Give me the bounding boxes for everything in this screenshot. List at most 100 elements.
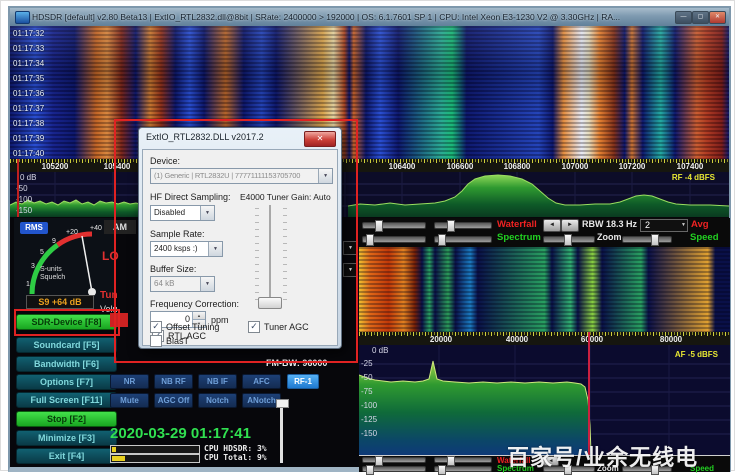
- rbw-increase-button[interactable]: ►: [561, 219, 579, 232]
- svg-text:1: 1: [26, 281, 30, 288]
- minimize-window-icon[interactable]: —: [675, 11, 692, 24]
- timestamp: 01:17:37: [13, 104, 44, 113]
- dsp-button-nbif[interactable]: NB IF: [198, 374, 237, 389]
- app-icon: [15, 11, 30, 24]
- ruler-label: 80000: [649, 335, 693, 344]
- af-spectrum-plot: [359, 345, 730, 455]
- timestamp: 01:17:40: [13, 149, 44, 158]
- ruler-label: 107200: [610, 162, 654, 171]
- ruler-label: 20000: [419, 335, 463, 344]
- watermark-text: 百家号/业余无线电: [507, 440, 698, 472]
- ruler-label: 106600: [438, 162, 482, 171]
- slider-thumb[interactable]: [564, 234, 572, 246]
- db-label: -75: [361, 387, 373, 396]
- dsp-button-rf1[interactable]: RF-1: [287, 374, 319, 389]
- waterfall-lower-slider[interactable]: [434, 222, 492, 229]
- ruler-label: 106800: [495, 162, 539, 171]
- dsp-button-notch[interactable]: Notch: [198, 393, 237, 408]
- cpu-hdsdr-text: CPU HDSDR: 3%: [204, 444, 267, 453]
- dsp-button-nbrf[interactable]: NB RF: [154, 374, 193, 389]
- zoom-slider[interactable]: [543, 236, 595, 243]
- ruler-label: 40000: [495, 335, 539, 344]
- cpu-hdsdr-bar: [110, 445, 200, 454]
- ruler-label: 107000: [553, 162, 597, 171]
- af-spectrum[interactable]: 0 dB -25 -50 -75 -100 -125 -150 AF -5 dB…: [359, 345, 730, 455]
- waterfall-upper-slider[interactable]: [362, 222, 426, 229]
- fm-bw-slider-thumb[interactable]: [276, 399, 289, 408]
- timestamp: 01:17:38: [13, 119, 44, 128]
- dsp-button-afc[interactable]: AFC: [242, 374, 281, 389]
- s-meter-gauge: 1 3 5 9 +20 +40: [16, 220, 112, 298]
- af-frequency-ruler[interactable]: 20000 40000 60000 80000: [359, 332, 730, 345]
- close-window-icon[interactable]: ✕: [709, 11, 726, 24]
- spectrum-lower-slider[interactable]: [434, 236, 492, 243]
- db-label: -25: [361, 359, 373, 368]
- slider-thumb[interactable]: [366, 234, 374, 246]
- spectrum-label: Spectrum: [497, 232, 541, 243]
- s-meter: RMS 1 3 5 9 +20 +40 S-units Squelch S9 +…: [14, 218, 114, 310]
- timestamp: 01:17:39: [13, 134, 44, 143]
- cpu-total-text: CPU Total: 9%: [204, 453, 267, 462]
- rf-level-readout: RF -4 dBFS: [672, 173, 715, 182]
- waterfall-upper-slider[interactable]: [362, 457, 426, 463]
- db-label: 0 dB: [372, 346, 388, 355]
- dsp-button-nr[interactable]: NR: [110, 374, 149, 389]
- band-edge-marker: [17, 159, 19, 217]
- slider-thumb[interactable]: [438, 234, 446, 246]
- svg-text:+20: +20: [66, 229, 78, 236]
- spectrum-lower-slider[interactable]: [434, 466, 492, 472]
- dsp-button-agcoff[interactable]: AGC Off: [154, 393, 193, 408]
- ruler-label: 107400: [668, 162, 712, 171]
- fm-bw-slider[interactable]: [280, 399, 283, 463]
- timestamp: 01:17:36: [13, 89, 44, 98]
- waterfall-label: Waterfall: [497, 219, 537, 230]
- slider-thumb[interactable]: [651, 234, 659, 246]
- af-waterfall[interactable]: [359, 247, 730, 332]
- squelch-label: Squelch: [40, 274, 65, 281]
- dsp-button-mute[interactable]: Mute: [110, 393, 149, 408]
- datetime-display: 2020-03-29 01:17:41: [110, 425, 251, 442]
- avg-dropdown[interactable]: 2 ▼: [640, 219, 688, 232]
- sidebar-item-options[interactable]: Options [F7]: [16, 374, 117, 390]
- window-titlebar: HDSDR [default] v2.80 Beta13 | ExtIO_RTL…: [10, 8, 729, 26]
- window-title: HDSDR [default] v2.80 Beta13 | ExtIO_RTL…: [32, 12, 620, 22]
- sidebar-item-exit[interactable]: Exit [F4]: [16, 448, 117, 464]
- timestamp: 01:17:33: [13, 44, 44, 53]
- rbw-decrease-button[interactable]: ◄: [543, 219, 561, 232]
- svg-text:9: 9: [52, 238, 56, 245]
- speed-slider[interactable]: [622, 236, 672, 243]
- db-label: -150: [361, 429, 377, 438]
- waterfall-lower-slider[interactable]: [434, 457, 492, 463]
- sidebar-item-minimize[interactable]: Minimize [F3]: [16, 430, 117, 446]
- annotation-box-dialog: [114, 119, 358, 363]
- svg-text:3: 3: [31, 263, 35, 270]
- s-units-label: S-units: [40, 266, 62, 273]
- slider-thumb[interactable]: [366, 465, 374, 475]
- timestamp: 01:17:34: [13, 59, 44, 68]
- tune-marker-line: [588, 332, 590, 455]
- slider-thumb[interactable]: [375, 220, 383, 232]
- slider-thumb[interactable]: [375, 456, 383, 466]
- svg-text:+40: +40: [90, 225, 102, 232]
- slider-thumb[interactable]: [447, 456, 455, 466]
- ruler-label: 106400: [380, 162, 424, 171]
- db-label: 0 dB: [20, 173, 36, 182]
- maximize-window-icon[interactable]: ▢: [692, 11, 709, 24]
- slider-thumb[interactable]: [447, 220, 455, 232]
- display-control-strip: Waterfall ◄ ► RBW 18.3 Hz 2 ▼ Avg Spectr…: [359, 218, 730, 247]
- db-label: -50: [361, 373, 373, 382]
- db-label: -100: [361, 401, 377, 410]
- cpu-total-bar: [110, 454, 200, 463]
- spectrum-upper-slider[interactable]: [362, 466, 426, 472]
- chevron-down-icon: ▼: [681, 220, 686, 231]
- spectrum-upper-slider[interactable]: [362, 236, 426, 243]
- slider-thumb[interactable]: [438, 465, 446, 475]
- ruler-label: 105200: [33, 162, 77, 171]
- s-meter-readout: S9 +64 dB: [26, 295, 94, 309]
- sidebar-item-bandwidth[interactable]: Bandwidth [F6]: [16, 356, 117, 372]
- sidebar-item-stop[interactable]: Stop [F2]: [16, 411, 117, 427]
- ruler-label: 60000: [570, 335, 614, 344]
- speed-label: Speed: [690, 232, 719, 243]
- sidebar-item-fullscreen[interactable]: Full Screen [F11]: [16, 392, 117, 408]
- sidebar-item-soundcard[interactable]: Soundcard [F5]: [16, 337, 117, 353]
